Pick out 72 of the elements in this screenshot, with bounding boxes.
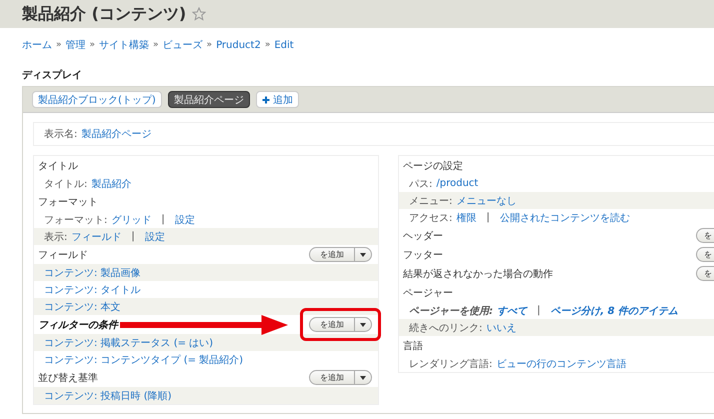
breadcrumb-separator: » xyxy=(90,40,96,50)
setting-link[interactable]: いいえ xyxy=(486,320,516,334)
section-title: フッター xyxy=(403,248,443,262)
section-title: 並び替え基準 xyxy=(38,372,98,384)
field-label: 表示名: xyxy=(44,128,78,141)
add-button[interactable]: を追加 xyxy=(309,247,355,262)
section-title: ページの設定 xyxy=(403,160,463,172)
breadcrumb-link[interactable]: サイト構築 xyxy=(99,38,150,52)
display-tab[interactable]: 製品紹介ページ xyxy=(168,91,250,108)
section-heading: ディスプレイ xyxy=(22,68,83,82)
page-title: 製品紹介 (コンテンツ) xyxy=(22,4,186,24)
display-name-link[interactable]: 製品紹介ページ xyxy=(81,127,152,141)
section-title: 結果が返されなかった場合の動作 xyxy=(403,268,553,280)
breadcrumb-separator: » xyxy=(153,40,159,50)
breadcrumb-link[interactable]: Edit xyxy=(274,40,294,50)
section-title: ヘッダー xyxy=(403,230,443,242)
breadcrumb-link[interactable]: 管理 xyxy=(66,38,86,52)
setting-link[interactable]: コンテンツ: コンテンツタイプ (= 製品紹介) xyxy=(44,352,244,366)
field-label: メニュー: xyxy=(409,194,452,208)
section-title: ページャー xyxy=(403,286,453,300)
add-button[interactable]: を追加 xyxy=(309,370,355,385)
setting-link[interactable]: コンテンツ: 本文 xyxy=(44,300,121,314)
field-label: タイトル: xyxy=(44,178,88,190)
add-button[interactable]: を xyxy=(696,266,714,281)
section-title: フォーマット xyxy=(38,196,98,208)
dropdown-button[interactable] xyxy=(355,317,372,332)
setting-link[interactable]: フィールド xyxy=(71,230,122,244)
section-title: タイトル xyxy=(38,160,78,172)
separator: | xyxy=(161,214,165,225)
field-label: ページャーを使用: xyxy=(409,304,493,318)
breadcrumb-link[interactable]: ビューズ xyxy=(162,38,203,52)
separator: | xyxy=(486,212,490,223)
add-button[interactable]: を追加 xyxy=(309,317,355,332)
setting-link[interactable]: グリッド xyxy=(111,212,152,226)
field-label: パス: xyxy=(409,178,432,190)
setting-link[interactable]: ビューの行のコンテンツ言語 xyxy=(496,356,626,370)
setting-link[interactable]: ページ分け, 8 件のアイテム xyxy=(550,304,678,318)
setting-link[interactable]: すべて xyxy=(497,304,527,318)
setting-link[interactable]: 設定 xyxy=(174,212,195,226)
setting-link[interactable]: 公開されたコンテンツを読む xyxy=(500,210,630,224)
section-title: フィールド xyxy=(38,248,88,262)
caret-icon xyxy=(360,252,366,256)
plus-icon xyxy=(262,96,270,104)
caret-icon xyxy=(360,376,366,380)
field-label: アクセス: xyxy=(409,212,452,224)
separator: | xyxy=(131,231,135,242)
section-title: フィルターの条件 xyxy=(38,318,118,332)
breadcrumb-link[interactable]: ホーム xyxy=(22,38,52,52)
field-label: 表示: xyxy=(44,230,68,244)
setting-link[interactable]: 権限 xyxy=(456,210,476,224)
dropdown-button[interactable] xyxy=(355,370,372,385)
setting-link[interactable]: 製品紹介 xyxy=(91,176,132,190)
display-tab[interactable]: 製品紹介ブロック(トップ) xyxy=(32,91,162,108)
breadcrumb-link[interactable]: Pruduct2 xyxy=(216,40,261,50)
add-button[interactable]: を xyxy=(696,228,714,243)
setting-link[interactable]: メニューなし xyxy=(456,194,516,208)
setting-link[interactable]: 設定 xyxy=(144,230,165,244)
breadcrumb-separator: » xyxy=(56,40,62,50)
field-label: 続きへのリンク: xyxy=(409,322,482,334)
section-title: 言語 xyxy=(403,340,423,352)
breadcrumb-separator: » xyxy=(264,40,270,50)
field-label: フォーマット: xyxy=(44,214,108,226)
dropdown-button[interactable] xyxy=(355,247,372,262)
setting-link[interactable]: /product xyxy=(436,178,478,189)
setting-link[interactable]: コンテンツ: タイトル xyxy=(44,282,141,296)
separator: | xyxy=(537,305,540,316)
caret-icon xyxy=(360,322,366,326)
star-icon[interactable] xyxy=(192,7,206,21)
field-label: レンダリング言語: xyxy=(409,358,492,370)
add-display-button[interactable]: 追加 xyxy=(256,91,299,108)
breadcrumb-separator: » xyxy=(206,40,212,50)
add-button[interactable]: を xyxy=(696,247,714,262)
